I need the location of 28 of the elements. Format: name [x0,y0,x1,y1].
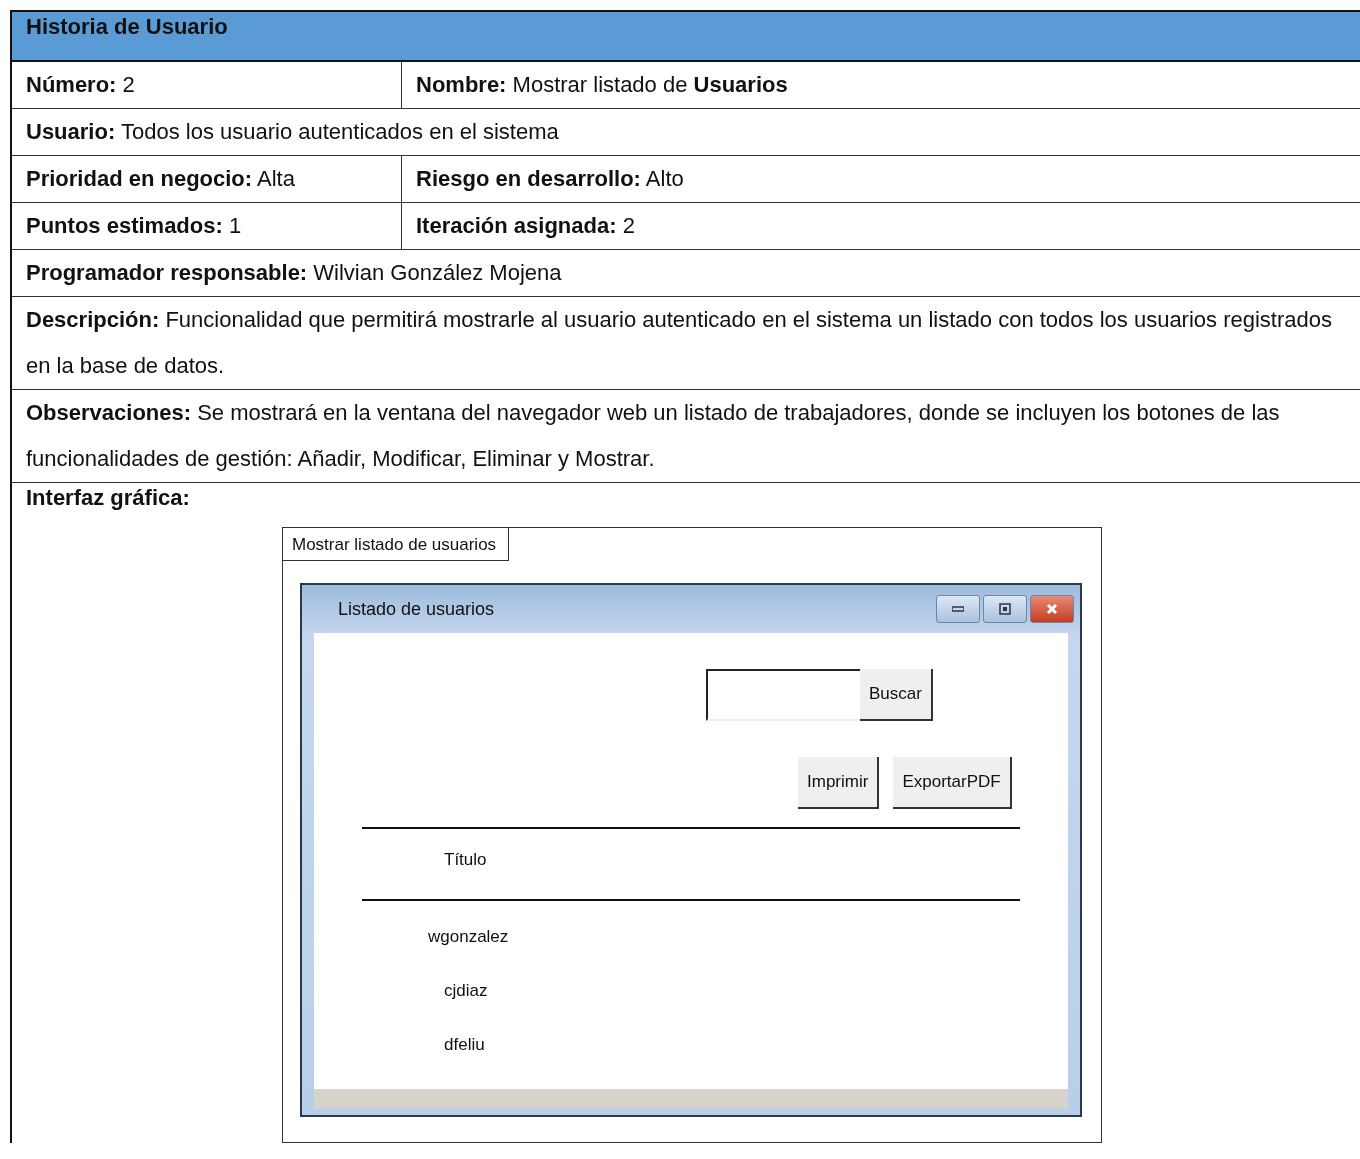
list-item[interactable]: dfeliu [444,1035,485,1054]
action-button[interactable]: ExportarPDF [893,757,1012,809]
list-item[interactable]: wgonzalez [428,927,509,946]
search-button[interactable]: Buscar [860,669,933,721]
column-heading: Título [444,850,487,869]
table-cell: Riesgo en desarrollo: Alto [416,166,684,191]
action-button[interactable]: Imprimir [798,757,880,809]
maximize-icon [999,603,1011,615]
minimize-icon [952,606,964,612]
table-cell: Observaciones: Se mostrará en la ventana del navegador web un listado de trabajadores, donde se incluyen los botones de las funcionalidades de gestión: Añadir, Modificar, Eliminar y Mostrar. [26,400,1280,471]
close-button[interactable] [1030,595,1074,623]
table-cell: Número: 2 [26,72,135,97]
table-cell: Descripción: Funcionalidad que permitirá mostrarle al usuario autenticado en el sistema un listado con todos los usuarios registrados en la base de datos. [26,307,1332,378]
table-cell: Programador responsable: Wilvian González Mojena [26,260,562,285]
table-cell: Nombre: Mostrar listado de Usuarios [416,72,788,97]
window-title: Listado de usuarios [338,598,495,621]
minimize-button[interactable] [936,595,980,623]
table-cell: Usuario: Todos los usuario autenticados en el sistema [26,119,559,144]
maximize-button[interactable] [983,595,1027,623]
table-cell: Puntos estimados: 1 [26,213,242,238]
mockup-tab[interactable]: Mostrar listado de usuarios [283,528,510,561]
search-field[interactable] [706,669,860,721]
table-header: Historia de Usuario [26,14,228,39]
table-cell: Iteración asignada: 2 [416,213,635,238]
list-item[interactable]: cjdiaz [444,981,488,1000]
table-cell-text: Interfaz gráfica: [26,484,190,512]
table-cell: Prioridad en negocio: Alta [26,166,295,191]
close-icon [1046,603,1058,615]
